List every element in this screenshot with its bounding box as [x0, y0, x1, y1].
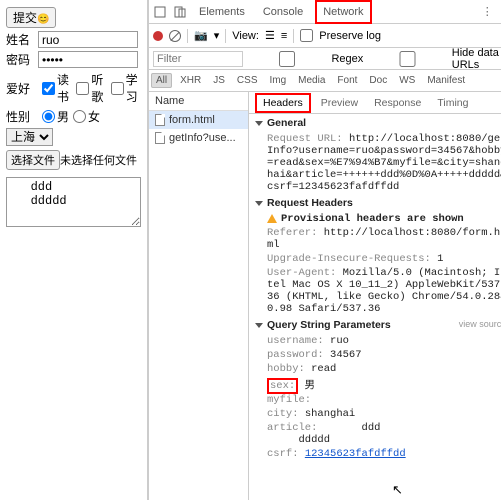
hobby-listen-text: 听歌 — [91, 71, 106, 105]
qsp-csrf: csrf: 12345623fafdffdd — [249, 447, 501, 461]
regex-checkbox[interactable] — [251, 51, 323, 67]
qsp-sex: sex: 男 — [249, 376, 501, 393]
password-input[interactable] — [38, 51, 138, 68]
filter-css[interactable]: CSS — [233, 74, 262, 87]
hobby-label: 爱好 — [6, 80, 38, 97]
filter-js[interactable]: JS — [209, 74, 229, 87]
filter-font[interactable]: Font — [333, 74, 361, 87]
filter-bar: Regex Hide data URLs — [149, 48, 501, 70]
hobby-listen-checkbox[interactable] — [76, 82, 89, 95]
provisional-warning: Provisional headers are shown — [249, 212, 501, 226]
hobby-study-checkbox[interactable] — [111, 82, 124, 95]
qsp-myfile: myfile: — [249, 393, 501, 407]
filter-ws[interactable]: WS — [395, 74, 419, 87]
name-input[interactable] — [38, 31, 138, 48]
name-label: 姓名 — [6, 31, 38, 48]
device-icon[interactable] — [173, 5, 187, 19]
view-source-link[interactable]: view source — [459, 319, 501, 329]
form-panel: 提交😊 姓名 密码 爱好 读书 听歌 学习 性别 男 女 上海 选择文件 未选择… — [0, 0, 148, 500]
request-detail: Headers Preview Response Timing General … — [249, 92, 501, 500]
tab-console[interactable]: Console — [257, 2, 309, 22]
hobby-read-checkbox[interactable] — [42, 82, 55, 95]
sex-female-text: 女 — [88, 108, 100, 125]
qsp-article: article: ddd ddddd — [249, 421, 501, 447]
request-item-getinfo[interactable]: getInfo?use... — [149, 129, 248, 147]
file-button[interactable]: 选择文件 — [6, 150, 60, 170]
detail-tab-timing[interactable]: Timing — [431, 95, 474, 111]
hobby-read-text: 读书 — [57, 71, 72, 105]
view-label: View: — [232, 30, 259, 42]
qsp-hobby: hobby: read — [249, 362, 501, 376]
header-referer: Referer: http://localhost:8080/form.html — [249, 226, 501, 252]
filter-img[interactable]: Img — [265, 74, 290, 87]
detail-tab-response[interactable]: Response — [368, 95, 427, 111]
warning-icon — [267, 214, 277, 223]
file-status: 未选择任何文件 — [60, 152, 137, 168]
tab-network[interactable]: Network — [315, 0, 371, 24]
more-icon[interactable]: ⋮ — [480, 5, 494, 19]
network-toolbar: 📷 ▾ View: ☰ ≡ Preserve log — [149, 24, 501, 48]
inspect-icon[interactable] — [153, 5, 167, 19]
record-icon[interactable] — [153, 31, 163, 41]
qsp-city: city: shanghai — [249, 407, 501, 421]
regex-label: Regex — [331, 53, 363, 65]
view-large-icon[interactable]: ☰ — [265, 29, 275, 42]
sex-female-radio[interactable] — [73, 110, 86, 123]
filter-all[interactable]: All — [151, 73, 172, 88]
filter-input[interactable] — [153, 51, 243, 67]
detail-tab-preview[interactable]: Preview — [315, 95, 364, 111]
preserve-log-label: Preserve log — [319, 30, 381, 42]
hide-urls-label: Hide data URLs — [452, 47, 501, 71]
filter-doc[interactable]: Doc — [365, 74, 391, 87]
type-filter: All XHR JS CSS Img Media Font Doc WS Man… — [149, 70, 501, 92]
request-list: Name form.html getInfo?use... — [149, 92, 249, 500]
file-icon — [155, 132, 165, 144]
header-user-agent: User-Agent: Mozilla/5.0 (Macintosh; Inte… — [249, 266, 501, 316]
request-item-form[interactable]: form.html — [149, 111, 248, 129]
disclosure-icon — [255, 201, 263, 206]
devtools-panel: Elements Console Network ⋮ × 📷 ▾ View: ☰… — [148, 0, 501, 500]
hide-urls-checkbox[interactable] — [371, 51, 443, 67]
section-query-params[interactable]: Query String Parametersview source — [249, 316, 501, 334]
file-icon — [155, 114, 165, 126]
detail-tabs: Headers Preview Response Timing — [249, 92, 501, 114]
camera-icon[interactable]: 📷 — [194, 29, 208, 42]
sex-label: 性别 — [6, 108, 38, 125]
submit-button[interactable]: 提交😊 — [6, 7, 56, 28]
view-small-icon[interactable]: ≡ — [281, 30, 287, 42]
request-url: Request URL: http://localhost:8080/getIn… — [249, 132, 501, 194]
hobby-study-text: 学习 — [126, 71, 141, 105]
disclosure-icon — [255, 121, 263, 126]
city-select[interactable]: 上海 — [6, 128, 53, 146]
detail-tab-headers[interactable]: Headers — [255, 93, 311, 113]
filter-manifest[interactable]: Manifest — [423, 74, 469, 87]
sex-male-text: 男 — [57, 108, 69, 125]
clear-icon[interactable] — [169, 30, 181, 42]
preserve-log-checkbox[interactable] — [300, 29, 313, 42]
sex-male-radio[interactable] — [42, 110, 55, 123]
filter-icon[interactable]: ▾ — [214, 29, 220, 42]
section-request-headers[interactable]: Request Headers — [249, 194, 501, 212]
tab-elements[interactable]: Elements — [193, 2, 251, 22]
disclosure-icon — [255, 323, 263, 328]
password-label: 密码 — [6, 51, 38, 68]
header-upgrade: Upgrade-Insecure-Requests: 1 — [249, 252, 501, 266]
filter-xhr[interactable]: XHR — [176, 74, 205, 87]
reqlist-header: Name — [149, 92, 248, 111]
qsp-password: password: 34567 — [249, 348, 501, 362]
article-textarea[interactable]: ddd ddddd — [6, 177, 141, 227]
section-general[interactable]: General — [249, 114, 501, 132]
devtools-tabbar: Elements Console Network ⋮ × — [149, 0, 501, 24]
filter-media[interactable]: Media — [294, 74, 329, 87]
qsp-username: username: ruo — [249, 334, 501, 348]
